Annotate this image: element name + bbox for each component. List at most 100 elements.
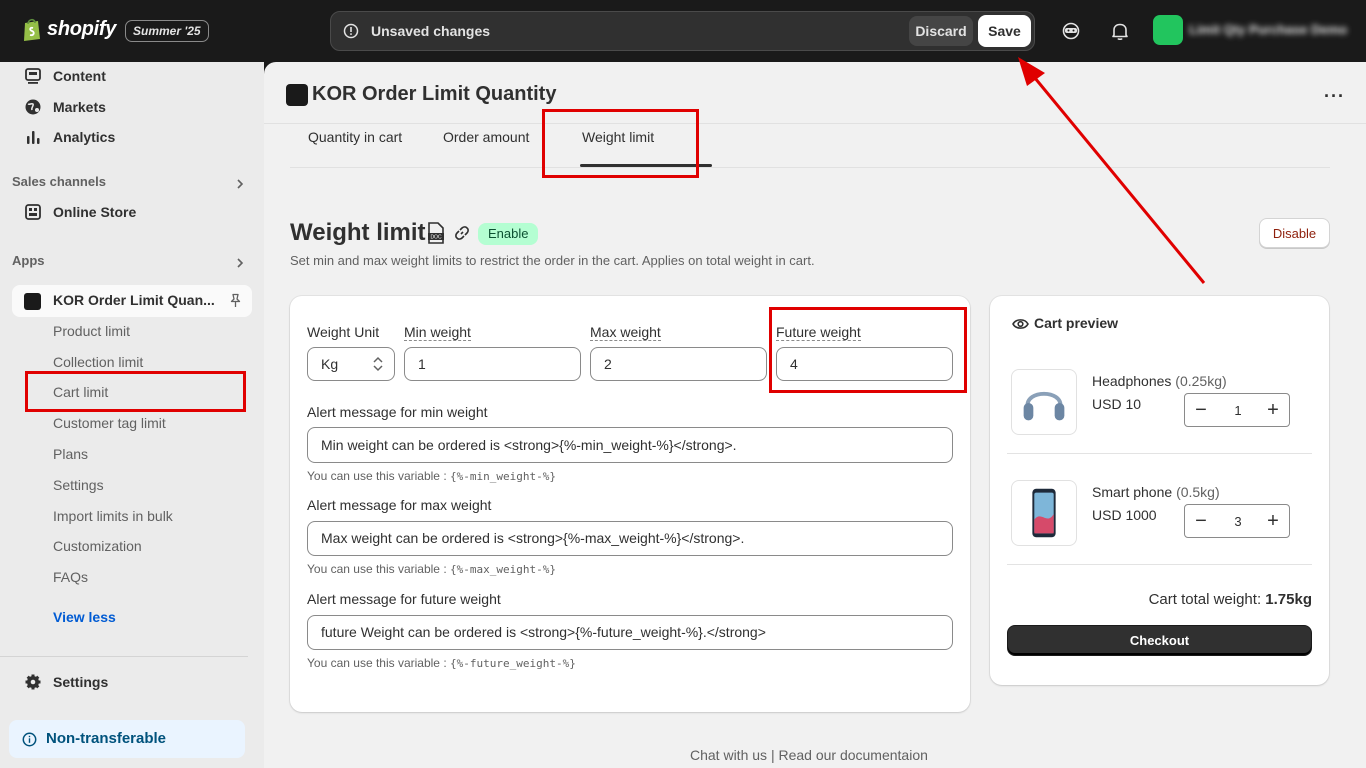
cart-preview-card: Cart preview Headphones (0.25kg) USD 10 … xyxy=(990,296,1329,685)
alert-min-variable: {%-min_weight-%} xyxy=(450,470,556,483)
max-weight-label: Max weight xyxy=(590,324,661,341)
select-chevron-icon xyxy=(373,356,383,372)
view-less-link[interactable]: View less xyxy=(53,609,116,625)
quantity-stepper[interactable]: − 3 + xyxy=(1184,504,1290,538)
min-weight-input[interactable]: 1 xyxy=(404,347,581,381)
sidebar-sub-faqs[interactable]: FAQs xyxy=(53,569,88,585)
divider xyxy=(1007,453,1312,454)
alert-future-help: You can use this variable : {%-future_we… xyxy=(307,656,576,670)
weight-unit-select[interactable]: Kg xyxy=(307,347,395,381)
chevron-right-icon[interactable] xyxy=(234,178,246,190)
sidebar-item-settings[interactable]: Settings xyxy=(24,668,108,696)
alert-future-input[interactable]: future Weight can be ordered is <strong>… xyxy=(307,615,953,650)
sidebar: Content Markets Analytics Sales channels… xyxy=(0,62,264,768)
alert-max-variable: {%-max_weight-%} xyxy=(450,563,556,576)
eye-icon xyxy=(1012,319,1029,329)
product-price: USD 10 xyxy=(1092,396,1142,412)
store-avatar[interactable] xyxy=(1153,15,1183,45)
sidebar-item-label: Online Store xyxy=(53,204,137,220)
highlight-box-future-weight xyxy=(769,307,967,393)
divider xyxy=(1007,564,1312,565)
non-transferable-banner[interactable]: Non-transferable xyxy=(9,720,245,758)
tab-bar: Quantity in cart Order amount Weight lim… xyxy=(290,124,1330,168)
edition-badge[interactable]: Summer '25 xyxy=(125,20,209,42)
sidebar-divider xyxy=(0,656,248,657)
brand-name: shopify xyxy=(47,17,117,40)
more-actions-icon[interactable]: ··· xyxy=(1324,86,1345,107)
save-button[interactable]: Save xyxy=(978,15,1031,47)
gear-icon xyxy=(25,674,41,690)
alert-future-label: Alert message for future weight xyxy=(307,591,501,607)
chat-link[interactable]: Chat with us xyxy=(690,747,767,763)
footer-separator: | xyxy=(770,747,775,763)
chevron-right-icon[interactable] xyxy=(234,257,246,269)
sidebar-sub-collection-limit[interactable]: Collection limit xyxy=(53,354,143,370)
sidebar-sub-settings[interactable]: Settings xyxy=(53,477,104,493)
app-logo-icon xyxy=(286,84,308,106)
pin-icon[interactable] xyxy=(228,293,243,308)
contextual-save-bar: Unsaved changes Discard Save xyxy=(330,11,1035,51)
highlight-box-weight-tab xyxy=(542,109,699,178)
shopify-bag-icon xyxy=(24,18,40,41)
sidebar-app-kor-order-limit[interactable]: KOR Order Limit Quan... xyxy=(12,285,252,317)
weight-unit-label: Weight Unit xyxy=(307,324,380,340)
sidebar-sub-plans[interactable]: Plans xyxy=(53,446,88,462)
app-header: KOR Order Limit Quantity ··· xyxy=(264,62,1366,124)
checkout-button[interactable]: Checkout xyxy=(1007,625,1312,656)
sidebar-sub-customer-tag-limit[interactable]: Customer tag limit xyxy=(53,415,166,431)
shopify-logo[interactable]: shopify xyxy=(22,17,116,41)
cart-preview-title: Cart preview xyxy=(1034,315,1119,331)
globe-icon xyxy=(25,99,41,115)
sidebar-item-online-store[interactable]: Online Store xyxy=(24,198,136,226)
cart-total-weight: Cart total weight: 1.75kg xyxy=(1148,591,1312,608)
product-price: USD 1000 xyxy=(1092,507,1157,523)
apps-heading[interactable]: Apps xyxy=(12,253,45,268)
sidebar-sub-product-limit[interactable]: Product limit xyxy=(53,323,130,339)
sidebar-item-label: Content xyxy=(53,68,106,84)
sidebar-item-analytics[interactable]: Analytics xyxy=(24,123,115,151)
product-image xyxy=(1011,369,1077,435)
link-icon[interactable] xyxy=(454,225,470,241)
disable-button[interactable]: Disable xyxy=(1259,218,1330,248)
docs-link[interactable]: Read our documentaion xyxy=(778,747,927,763)
sidebar-sub-import-limits[interactable]: Import limits in bulk xyxy=(53,508,173,524)
plus-icon[interactable]: + xyxy=(1261,510,1285,533)
sidebar-sub-customization[interactable]: Customization xyxy=(53,538,142,554)
app-title: KOR Order Limit Quantity xyxy=(312,83,557,105)
svg-text:DOC: DOC xyxy=(430,235,442,241)
smartphone-icon xyxy=(1032,488,1056,538)
content-icon xyxy=(25,68,41,84)
max-weight-input[interactable]: 2 xyxy=(590,347,767,381)
highlight-box-cart-limit xyxy=(25,371,246,412)
store-name[interactable]: Limit Qty Purchase Demo xyxy=(1189,22,1347,37)
info-icon xyxy=(22,732,37,747)
discard-button[interactable]: Discard xyxy=(909,16,973,46)
sidebar-item-label: Settings xyxy=(53,674,109,690)
store-icon xyxy=(25,204,41,220)
sidebar-item-content[interactable]: Content xyxy=(24,62,106,90)
alert-max-input[interactable]: Max weight can be ordered is <strong>{%-… xyxy=(307,521,953,556)
alert-future-variable: {%-future_weight-%} xyxy=(450,657,576,670)
bell-icon[interactable] xyxy=(1109,20,1131,42)
sidekick-icon[interactable] xyxy=(1060,20,1082,42)
section-title: Weight limit xyxy=(290,219,426,246)
unsaved-message: Unsaved changes xyxy=(371,23,491,39)
sidebar-item-markets[interactable]: Markets xyxy=(24,93,106,121)
quantity-stepper[interactable]: − 1 + xyxy=(1184,393,1290,427)
app-name: KOR Order Limit Quan... xyxy=(53,292,215,308)
sidebar-item-label: Analytics xyxy=(53,129,116,145)
alert-min-input[interactable]: Min weight can be ordered is <strong>{%-… xyxy=(307,427,953,463)
tab-quantity-in-cart[interactable]: Quantity in cart xyxy=(308,129,402,145)
min-weight-label: Min weight xyxy=(404,324,471,341)
alert-circle-icon xyxy=(343,23,359,39)
weight-unit-value: Kg xyxy=(321,356,339,372)
headphones-icon xyxy=(1023,391,1065,421)
footer-links: Chat with us | Read our documentaion xyxy=(690,747,928,763)
section-description: Set min and max weight limits to restric… xyxy=(290,253,815,268)
alert-min-help: You can use this variable : {%-min_weigh… xyxy=(307,469,556,483)
alert-max-help: You can use this variable : {%-max_weigh… xyxy=(307,562,556,576)
sales-channels-heading[interactable]: Sales channels xyxy=(12,174,106,189)
tab-order-amount[interactable]: Order amount xyxy=(443,129,529,145)
doc-icon[interactable]: DOC xyxy=(426,222,446,244)
plus-icon[interactable]: + xyxy=(1261,399,1285,422)
